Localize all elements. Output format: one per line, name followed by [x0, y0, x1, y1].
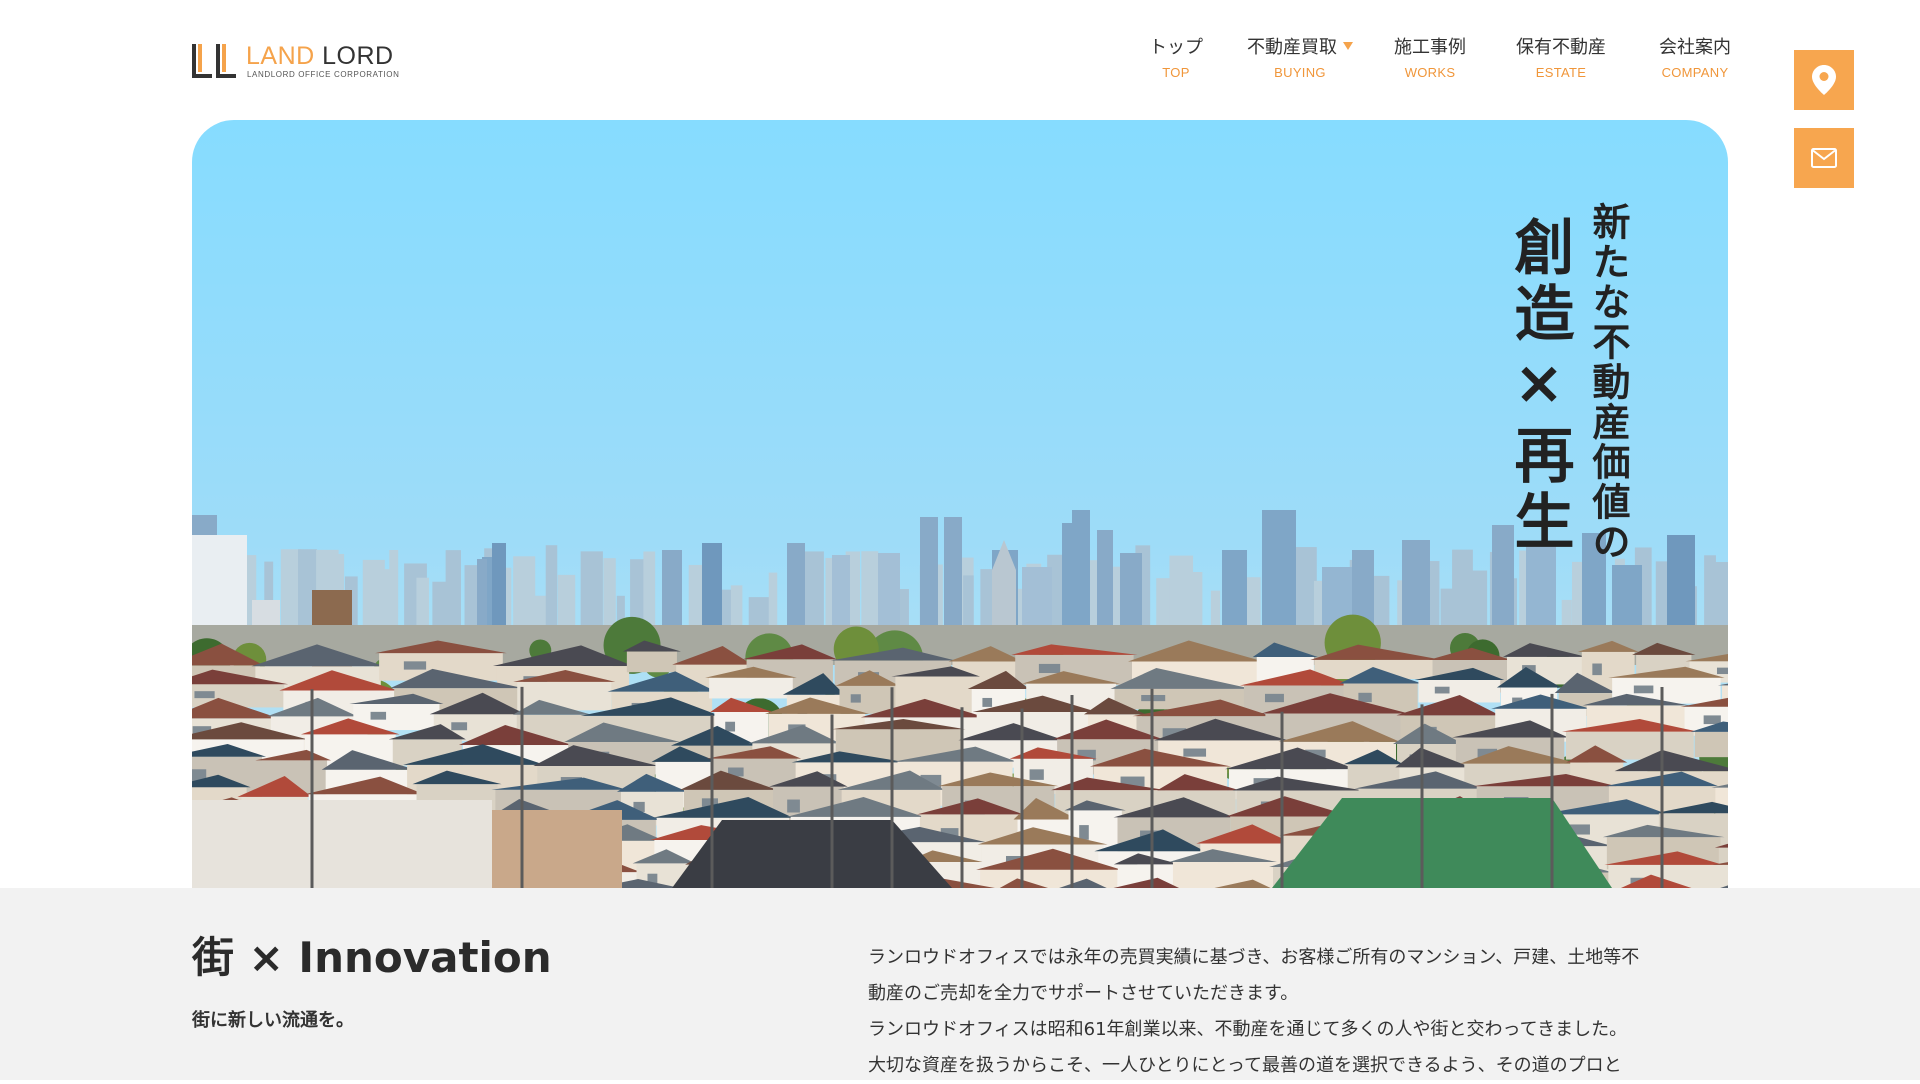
nav-item-top[interactable]: トップ TOP [1140, 36, 1212, 90]
nav-item-works-label: 施工事例 [1392, 36, 1468, 60]
nav-item-top-sublabel: TOP [1140, 65, 1212, 81]
intro-body-line: ランロウドオフィスでは永年の売買実績に基づき、お客様ご所有のマンション、戸建、土… [868, 940, 1728, 976]
nav-item-company-sublabel: COMPANY [1650, 65, 1740, 81]
nav-item-works[interactable]: 施工事例 WORKS [1392, 36, 1468, 90]
intro-section: 街 × Innovation 街に新しい流通を。 ランロウドオフィスでは永年の売… [0, 888, 1920, 1080]
logo-wordmark: LAND LORD [246, 42, 394, 70]
intro-subtitle: 街に新しい流通を。 [192, 1006, 354, 1032]
nav-item-estate[interactable]: 保有不動産 ESTATE [1514, 36, 1608, 90]
intro-body-line: 動産のご売却を全力でサポートさせていただきます。 [868, 976, 1728, 1012]
access-map-button[interactable] [1794, 50, 1854, 110]
map-pin-icon [1812, 65, 1836, 95]
logo[interactable]: LAND LORD LANDLORD OFFICE CORPORATION [192, 42, 402, 80]
nav-item-buying-label: 不動産買取 [1247, 37, 1337, 58]
logo-subtitle: LANDLORD OFFICE CORPORATION [247, 70, 400, 79]
contact-mail-button[interactable] [1794, 128, 1854, 188]
nav-item-buying[interactable]: 不動産買取 BUYING [1240, 36, 1360, 90]
logo-word-lord: LORD [322, 42, 393, 70]
intro-title: 街 × Innovation [192, 932, 552, 984]
nav-item-buying-sublabel: BUYING [1240, 65, 1360, 81]
nav-item-estate-label: 保有不動産 [1514, 36, 1608, 60]
nav-item-company-label: 会社案内 [1650, 36, 1740, 60]
intro-body-line: 大切な資産を扱うからこそ、一人ひとりにとって最善の道を選択できるよう、その道のプ… [868, 1048, 1728, 1084]
nav-item-top-label: トップ [1140, 36, 1212, 60]
main-nav: トップ TOP 不動産買取 BUYING 施工事例 WORKS 保有不動産 ES… [1120, 36, 1740, 90]
logo-mark-icon [192, 44, 242, 78]
nav-item-company[interactable]: 会社案内 COMPANY [1650, 36, 1740, 90]
intro-body: ランロウドオフィスでは永年の売買実績に基づき、お客様ご所有のマンション、戸建、土… [868, 940, 1728, 1084]
hero-copy-headline: 創造×再生 [1504, 216, 1574, 556]
logo-word-land: LAND [246, 42, 315, 70]
hero-copy-tagline: 新たな不動産価値の [1586, 202, 1630, 562]
hero-image: 新たな不動産価値の 創造×再生 [192, 120, 1728, 888]
intro-body-line: ランロウドオフィスは昭和61年創業以来、不動産を通じて多くの人や街と交わってきま… [868, 1012, 1728, 1048]
dropdown-caret-icon [1343, 42, 1353, 50]
city-skyline-illustration [192, 120, 1728, 888]
mail-icon [1811, 148, 1837, 168]
nav-item-estate-sublabel: ESTATE [1514, 65, 1608, 81]
nav-item-works-sublabel: WORKS [1392, 65, 1468, 81]
